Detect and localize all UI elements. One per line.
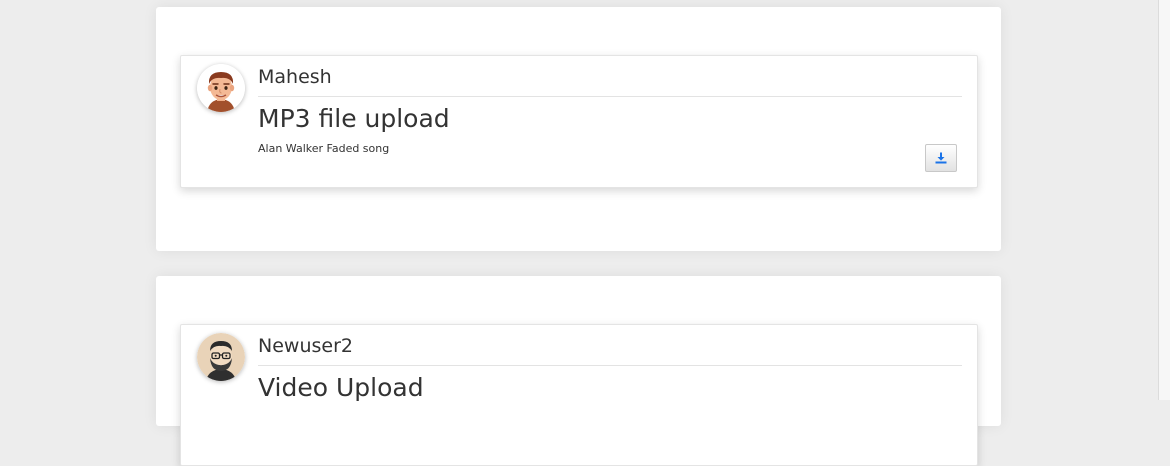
- avatar: [197, 64, 245, 112]
- avatar: [197, 333, 245, 381]
- post-username: Mahesh: [258, 66, 332, 88]
- post-card: Mahesh MP3 file upload Alan Walker Faded…: [156, 7, 1001, 251]
- scrollbar[interactable]: [1158, 0, 1170, 400]
- divider: [258, 96, 962, 97]
- post-card: Newuser2 Video Upload: [156, 276, 1001, 466]
- post-description: Alan Walker Faded song: [258, 142, 390, 155]
- divider: [258, 365, 962, 366]
- download-icon: [935, 152, 947, 164]
- cartoon-bearded-man-avatar-icon: [197, 333, 245, 381]
- download-button[interactable]: [925, 144, 957, 172]
- post-title: Video Upload: [258, 373, 424, 402]
- post-title: MP3 file upload: [258, 104, 450, 133]
- post-item: Newuser2 Video Upload: [180, 324, 978, 466]
- post-item: Mahesh MP3 file upload Alan Walker Faded…: [180, 55, 978, 188]
- cartoon-man-avatar-icon: [197, 64, 245, 112]
- post-username: Newuser2: [258, 335, 353, 357]
